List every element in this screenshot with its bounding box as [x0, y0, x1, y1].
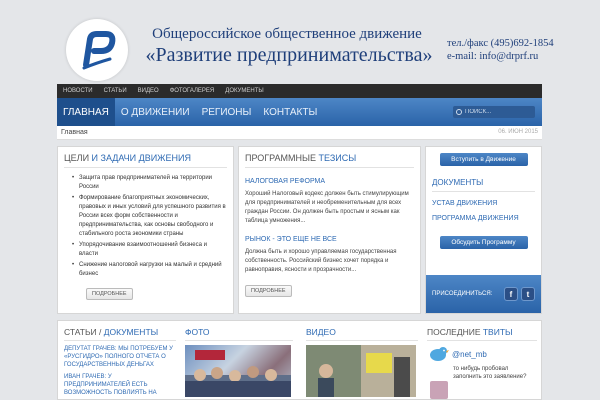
divider [64, 340, 176, 341]
thesis-title-plain: ПРОГРАММНЫЕ [245, 153, 317, 163]
goals-panel: ЦЕЛИ И ЗАДАЧИ ДВИЖЕНИЯ Защита прав предп… [57, 146, 234, 314]
articles-column: СТАТЬИ / ДОКУМЕНТЫ ДЕПУТАТ ГРАЧЕВ: МЫ ПО… [64, 327, 176, 397]
breadcrumb-home[interactable]: Главная [61, 129, 88, 136]
divider [432, 191, 535, 192]
site-logo[interactable] [66, 19, 128, 81]
nav-about[interactable]: О ДВИЖЕНИИ [115, 98, 196, 126]
top-nav: НОВОСТИ СТАТЬИ ВИДЕО ФОТОГАЛЕРЕЯ ДОКУМЕН… [57, 84, 542, 98]
goals-title-plain: ЦЕЛИ [64, 153, 90, 163]
nav-contacts[interactable]: КОНТАКТЫ [257, 98, 323, 126]
thesis-text-market: Должна быть и хорошо управляемая государ… [245, 249, 397, 273]
documents-heading: ДОКУМЕНТЫ [432, 178, 484, 187]
thesis-heading-market[interactable]: РЫНОК - ЭТО ЕЩЕ НЕ ВСЕ [245, 236, 414, 243]
list-item: Упорядочивание взаимоотношений бизнеса и… [72, 241, 227, 259]
nav-home[interactable]: ГЛАВНАЯ [57, 98, 115, 126]
thesis-title-accent: ТЕЗИСЫ [316, 153, 357, 163]
video-title[interactable]: ВИДЕО [306, 327, 418, 337]
goals-more-button[interactable]: ПОДРОБНЕЕ [86, 288, 133, 300]
list-item: Снижение налоговой нагрузки на малый и с… [72, 261, 227, 279]
tweets-title-accent: ТВИТЫ [480, 327, 513, 337]
photo-title[interactable]: ФОТО [185, 327, 293, 337]
top-nav-video[interactable]: ВИДЕО [138, 88, 159, 94]
social-bar: ПРИСОЕДИНИТЬСЯ: f t [426, 275, 541, 313]
divider [185, 340, 293, 341]
top-nav-articles[interactable]: СТАТЬИ [104, 88, 127, 94]
twitter-bird-icon [430, 347, 449, 361]
program-link[interactable]: ПРОГРАММА ДВИЖЕНИЯ [432, 215, 535, 222]
goals-list: Защита прав предпринимателей на территор… [72, 174, 227, 279]
thesis-panel: ПРОГРАММНЫЕ ТЕЗИСЫ НАЛОГОВАЯ РЕФОРМА Хор… [238, 146, 421, 314]
thesis-heading-tax[interactable]: НАЛОГОВАЯ РЕФОРМА [245, 178, 414, 185]
current-date: 06. ИЮН 2015 [498, 129, 538, 135]
charter-link[interactable]: УСТАВ ДВИЖЕНИЯ [432, 200, 535, 207]
discuss-program-button[interactable]: Обсудить Программу [439, 236, 528, 249]
articles-title-plain: СТАТЬИ / [64, 327, 102, 337]
org-name: «Развитие предпринимательства» [145, 44, 433, 66]
thesis-title: ПРОГРАММНЫЕ ТЕЗИСЫ [245, 153, 414, 163]
goals-title: ЦЕЛИ И ЗАДАЧИ ДВИЖЕНИЯ [64, 153, 227, 163]
thesis-more-button[interactable]: ПОДРОБНЕЕ [245, 285, 292, 297]
search-icon[interactable] [456, 109, 462, 115]
main-nav: ГЛАВНАЯ О ДВИЖЕНИИ РЕГИОНЫ КОНТАКТЫ [57, 98, 542, 126]
list-item: Защита прав предпринимателей на территор… [72, 174, 227, 192]
video-column: ВИДЕО [306, 327, 418, 397]
search-input[interactable] [465, 109, 525, 115]
avatar[interactable] [430, 381, 448, 399]
twitter-icon[interactable]: t [521, 287, 535, 301]
sidebar-panel: Вступить в Движение ДОКУМЕНТЫ УСТАВ ДВИЖ… [425, 146, 542, 314]
tweets-title-plain: ПОСЛЕДНИЕ [427, 327, 481, 337]
join-social-label: ПРИСОЕДИНИТЬСЯ: [432, 291, 493, 297]
breadcrumb: Главная 06. ИЮН 2015 [57, 126, 542, 140]
tweets-column: ПОСЛЕДНИЕ ТВИТЫ @net_mb то нибудь пробов… [427, 327, 537, 399]
phone: тел./факс (495)692-1854 [447, 38, 554, 49]
articles-title: СТАТЬИ / ДОКУМЕНТЫ [64, 327, 176, 337]
photo-thumbnail[interactable] [185, 345, 291, 397]
org-line-1: Общероссийское общественное движение [152, 26, 422, 42]
video-still-image [306, 345, 416, 397]
contact-info: тел./факс (495)692-1854 e-mail: info@drp… [447, 37, 557, 63]
list-item: Формирование благоприятных экономических… [72, 194, 227, 239]
goals-title-accent: И ЗАДАЧИ ДВИЖЕНИЯ [89, 153, 191, 163]
article-link[interactable]: ДЕПУТАТ ГРАЧЕВ: МЫ ПОТРЕБУЕМ У «РУСГИДРО… [64, 345, 176, 369]
email[interactable]: e-mail: info@drprf.ru [447, 50, 557, 63]
twitter-handle[interactable]: @net_mb [452, 350, 487, 359]
logo-mark-icon [82, 31, 116, 70]
top-nav-news[interactable]: НОВОСТИ [63, 88, 93, 94]
twitter-account: @net_mb [427, 345, 537, 363]
top-nav-photogallery[interactable]: ФОТОГАЛЕРЕЯ [170, 88, 215, 94]
article-link[interactable]: ИВАН ГРАЧЕВ: У ПРЕДПРИНИМАТЕЛЕЙ ЕСТЬ ВОЗ… [64, 373, 176, 397]
divider [427, 340, 537, 341]
bottom-row: СТАТЬИ / ДОКУМЕНТЫ ДЕПУТАТ ГРАЧЕВ: МЫ ПО… [57, 320, 542, 400]
join-button[interactable]: Вступить в Движение [439, 153, 528, 166]
divider [245, 167, 414, 168]
video-thumbnail[interactable] [306, 345, 416, 397]
facebook-icon[interactable]: f [504, 287, 518, 301]
divider [64, 167, 227, 168]
tweet-text: то нибудь пробовал заполнить это заявлен… [453, 366, 527, 380]
thesis-text-tax: Хороший Налоговый кодекс должен быть сти… [245, 191, 409, 224]
top-nav-documents[interactable]: ДОКУМЕНТЫ [225, 88, 263, 94]
nav-regions[interactable]: РЕГИОНЫ [196, 98, 258, 126]
photo-column: ФОТО [185, 327, 293, 397]
photo-crowd-image [185, 350, 291, 397]
articles-title-accent[interactable]: ДОКУМЕНТЫ [101, 327, 158, 337]
tweets-title: ПОСЛЕДНИЕ ТВИТЫ [427, 327, 537, 337]
divider [306, 340, 418, 341]
search-box [453, 106, 535, 118]
